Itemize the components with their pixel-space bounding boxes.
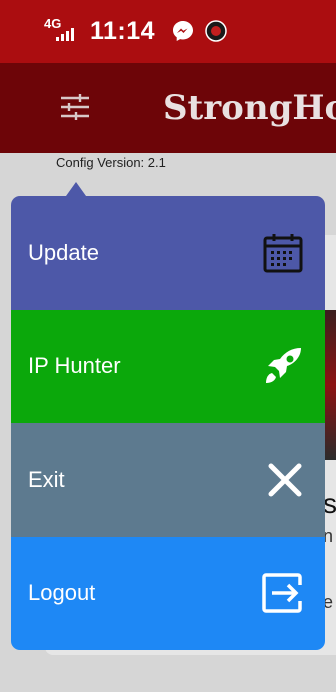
close-icon [268,463,302,497]
messenger-icon [173,21,193,41]
logout-icon [262,573,302,613]
rocket-icon [266,348,301,384]
signal-strength-icon [56,28,74,41]
tune-icon[interactable] [60,93,90,121]
app-title: StrongHo [163,88,336,128]
popup-pointer [66,182,86,196]
app-notification-icon [205,20,227,42]
calendar-icon [263,233,303,273]
menu-item-logout[interactable]: Logout [11,536,325,650]
popup-menu: Update IP Hunter Exit Logout [11,196,325,650]
config-version: Config Version: 2.1 [56,155,166,170]
clock: 11:14 [90,17,156,45]
menu-item-exit[interactable]: Exit [11,423,325,537]
app-bar: StrongHo [0,63,336,153]
menu-item-update[interactable]: Update [11,196,325,310]
status-bar: 4G 11:14 [0,0,336,63]
menu-item-ip-hunter[interactable]: IP Hunter [11,309,325,423]
